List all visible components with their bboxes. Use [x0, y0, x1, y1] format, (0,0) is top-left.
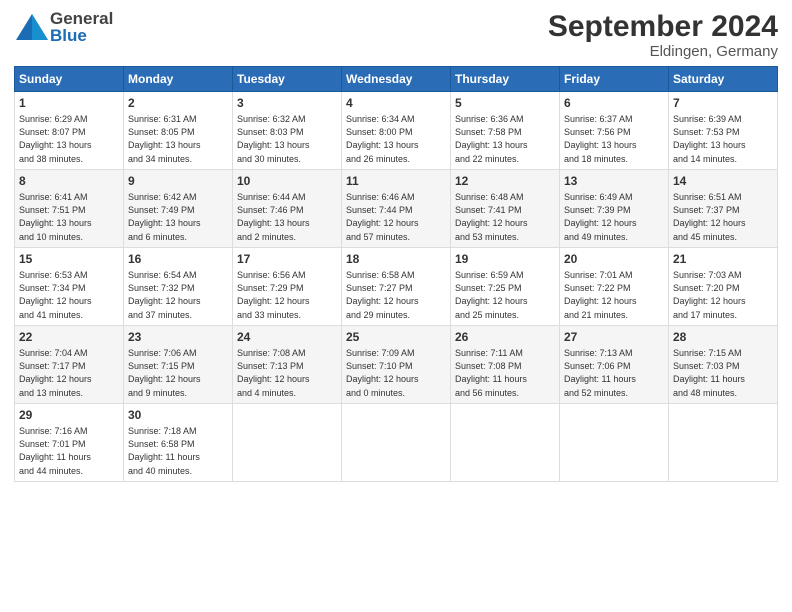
header: General Blue September 2024 Eldingen, Ge… — [14, 10, 778, 60]
table-row — [342, 404, 451, 482]
table-row: 1Sunrise: 6:29 AMSunset: 8:07 PMDaylight… — [15, 92, 124, 170]
table-row: 28Sunrise: 7:15 AMSunset: 7:03 PMDayligh… — [669, 326, 778, 404]
col-saturday: Saturday — [669, 67, 778, 92]
col-thursday: Thursday — [451, 67, 560, 92]
table-row: 6Sunrise: 6:37 AMSunset: 7:56 PMDaylight… — [560, 92, 669, 170]
table-row: 30Sunrise: 7:18 AMSunset: 6:58 PMDayligh… — [124, 404, 233, 482]
logo-general: General — [50, 10, 113, 27]
table-row: 12Sunrise: 6:48 AMSunset: 7:41 PMDayligh… — [451, 170, 560, 248]
title-block: September 2024 Eldingen, Germany — [548, 10, 778, 60]
table-row: 19Sunrise: 6:59 AMSunset: 7:25 PMDayligh… — [451, 248, 560, 326]
table-row: 20Sunrise: 7:01 AMSunset: 7:22 PMDayligh… — [560, 248, 669, 326]
calendar-header-row: Sunday Monday Tuesday Wednesday Thursday… — [15, 67, 778, 92]
col-tuesday: Tuesday — [233, 67, 342, 92]
table-row: 23Sunrise: 7:06 AMSunset: 7:15 PMDayligh… — [124, 326, 233, 404]
table-row: 13Sunrise: 6:49 AMSunset: 7:39 PMDayligh… — [560, 170, 669, 248]
col-wednesday: Wednesday — [342, 67, 451, 92]
table-row — [560, 404, 669, 482]
table-row: 4Sunrise: 6:34 AMSunset: 8:00 PMDaylight… — [342, 92, 451, 170]
calendar-table: Sunday Monday Tuesday Wednesday Thursday… — [14, 66, 778, 482]
col-monday: Monday — [124, 67, 233, 92]
table-row: 24Sunrise: 7:08 AMSunset: 7:13 PMDayligh… — [233, 326, 342, 404]
table-row: 8Sunrise: 6:41 AMSunset: 7:51 PMDaylight… — [15, 170, 124, 248]
logo-text: General Blue — [50, 10, 113, 44]
logo: General Blue — [14, 10, 113, 44]
table-row — [669, 404, 778, 482]
table-row: 29Sunrise: 7:16 AMSunset: 7:01 PMDayligh… — [15, 404, 124, 482]
table-row: 3Sunrise: 6:32 AMSunset: 8:03 PMDaylight… — [233, 92, 342, 170]
table-row: 17Sunrise: 6:56 AMSunset: 7:29 PMDayligh… — [233, 248, 342, 326]
table-row: 11Sunrise: 6:46 AMSunset: 7:44 PMDayligh… — [342, 170, 451, 248]
table-row — [451, 404, 560, 482]
table-row: 22Sunrise: 7:04 AMSunset: 7:17 PMDayligh… — [15, 326, 124, 404]
col-sunday: Sunday — [15, 67, 124, 92]
table-row: 5Sunrise: 6:36 AMSunset: 7:58 PMDaylight… — [451, 92, 560, 170]
table-row: 21Sunrise: 7:03 AMSunset: 7:20 PMDayligh… — [669, 248, 778, 326]
table-row: 27Sunrise: 7:13 AMSunset: 7:06 PMDayligh… — [560, 326, 669, 404]
calendar-title: September 2024 — [548, 10, 778, 43]
table-row: 10Sunrise: 6:44 AMSunset: 7:46 PMDayligh… — [233, 170, 342, 248]
table-row: 15Sunrise: 6:53 AMSunset: 7:34 PMDayligh… — [15, 248, 124, 326]
logo-blue: Blue — [50, 27, 113, 44]
table-row: 16Sunrise: 6:54 AMSunset: 7:32 PMDayligh… — [124, 248, 233, 326]
table-row: 9Sunrise: 6:42 AMSunset: 7:49 PMDaylight… — [124, 170, 233, 248]
col-friday: Friday — [560, 67, 669, 92]
logo-icon — [14, 12, 50, 42]
calendar-subtitle: Eldingen, Germany — [548, 43, 778, 60]
page-container: General Blue September 2024 Eldingen, Ge… — [0, 0, 792, 488]
table-row: 26Sunrise: 7:11 AMSunset: 7:08 PMDayligh… — [451, 326, 560, 404]
table-row: 2Sunrise: 6:31 AMSunset: 8:05 PMDaylight… — [124, 92, 233, 170]
table-row — [233, 404, 342, 482]
table-row: 7Sunrise: 6:39 AMSunset: 7:53 PMDaylight… — [669, 92, 778, 170]
table-row: 25Sunrise: 7:09 AMSunset: 7:10 PMDayligh… — [342, 326, 451, 404]
table-row: 18Sunrise: 6:58 AMSunset: 7:27 PMDayligh… — [342, 248, 451, 326]
table-row: 14Sunrise: 6:51 AMSunset: 7:37 PMDayligh… — [669, 170, 778, 248]
